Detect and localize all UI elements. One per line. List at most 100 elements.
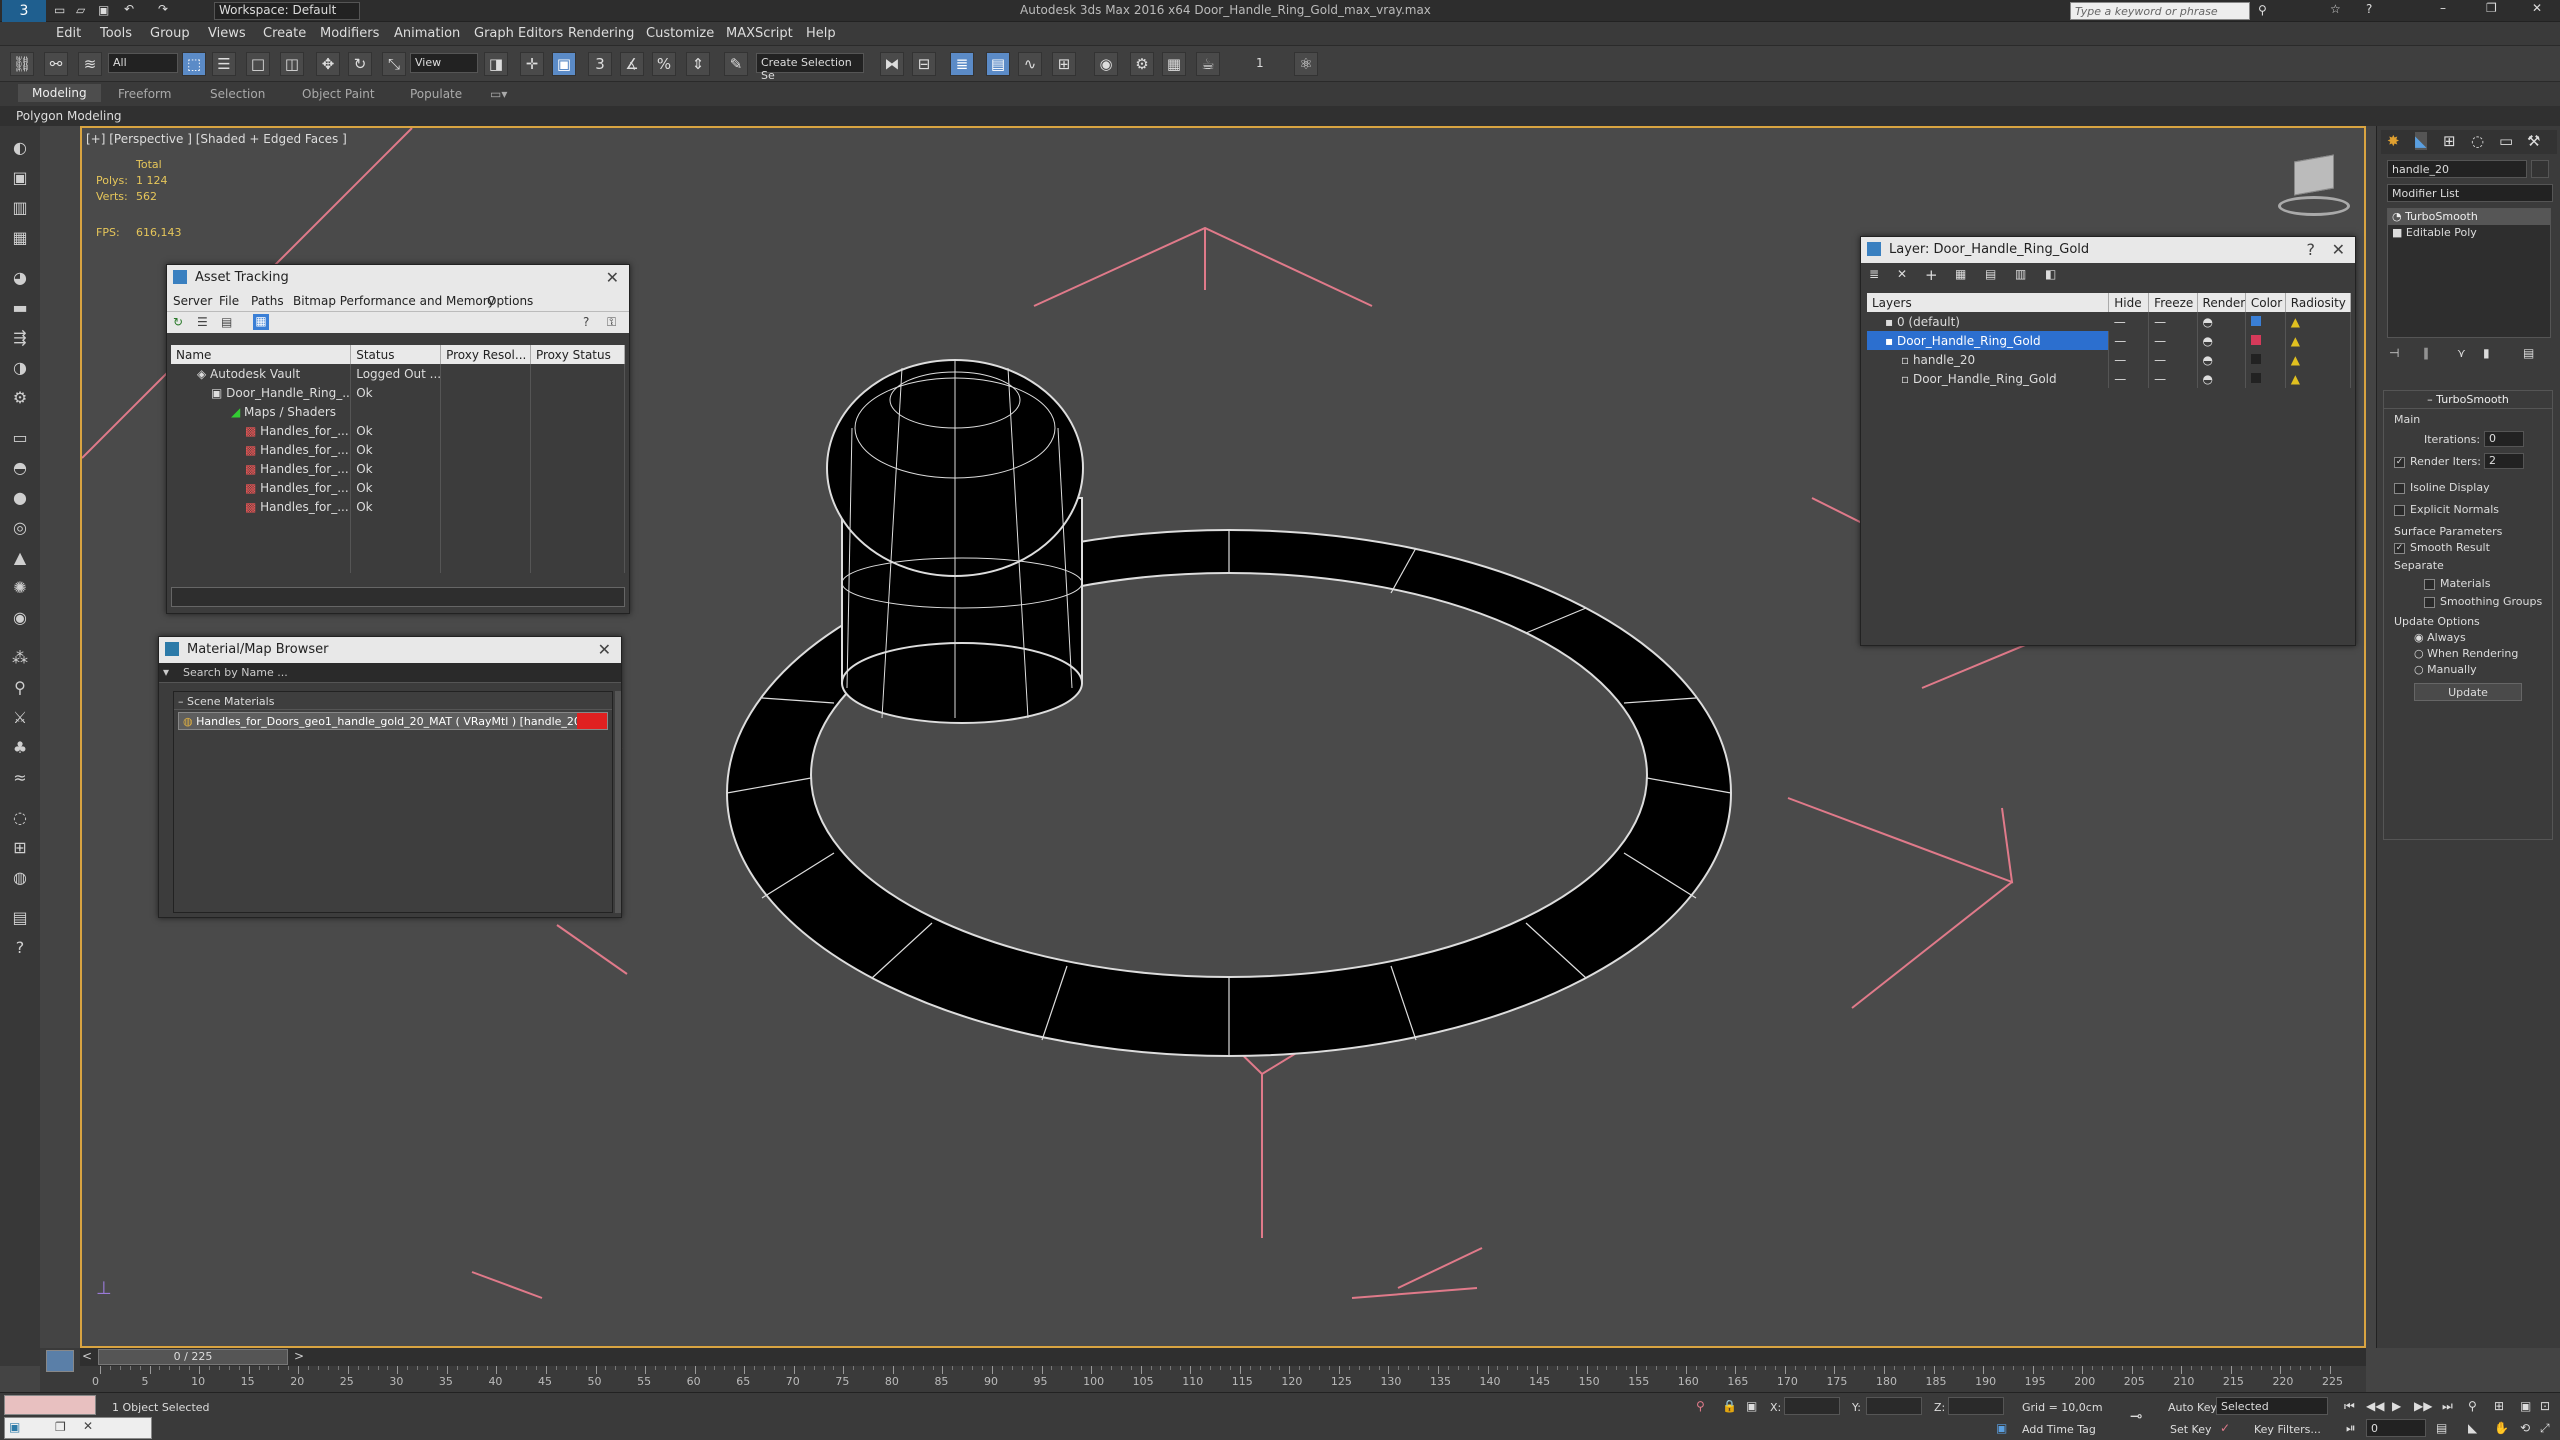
- manually-radio[interactable]: ○: [2414, 663, 2427, 676]
- rollout-title[interactable]: – TurboSmooth: [2384, 391, 2552, 409]
- asset-tracking-titlebar[interactable]: Asset Tracking ✕: [167, 265, 629, 291]
- modifier-list-dropdown[interactable]: Modifier List: [2387, 184, 2553, 202]
- tab-freeform[interactable]: Freeform: [118, 87, 171, 101]
- sun-icon[interactable]: ✺: [8, 576, 32, 600]
- close-icon[interactable]: ✕: [606, 268, 619, 287]
- render-teapot-icon[interactable]: ◓: [2197, 369, 2246, 388]
- col-status[interactable]: Status: [350, 345, 442, 364]
- col-color[interactable]: Color: [2245, 293, 2286, 312]
- restore-icon[interactable]: ❐: [55, 1420, 66, 1434]
- script-icon[interactable]: ▤: [8, 906, 32, 930]
- layer-row[interactable]: ▫ Door_Handle_Ring_Gold — — ◓ ▲: [1867, 369, 2352, 388]
- snaps-toggle-icon[interactable]: 3: [588, 52, 612, 76]
- selection-filter-dropdown[interactable]: All: [108, 53, 178, 73]
- at-menu-bitmap[interactable]: Bitmap Performance and Memory: [293, 294, 495, 308]
- rectangle-icon[interactable]: ▭: [8, 426, 32, 450]
- refresh-icon[interactable]: ↻: [173, 315, 183, 329]
- fov-icon[interactable]: ◣: [2468, 1421, 2477, 1435]
- layer-manager-titlebar[interactable]: Layer: Door_Handle_Ring_Gold? ✕: [1861, 237, 2355, 263]
- prev-frame-icon[interactable]: <: [82, 1349, 92, 1363]
- table-row[interactable]: ▩ Handles_for_... Ok: [171, 497, 626, 516]
- add-time-tag[interactable]: Add Time Tag: [2022, 1423, 2096, 1436]
- menu-graph-editors[interactable]: Graph Editors: [474, 26, 563, 41]
- tab-object-paint[interactable]: Object Paint: [302, 87, 375, 101]
- ribbon-polygon-modeling[interactable]: Polygon Modeling: [16, 109, 122, 123]
- vray-icon[interactable]: ⚛: [1294, 52, 1318, 76]
- collapse-icon[interactable]: –: [178, 695, 187, 708]
- stack-item-turbosmooth[interactable]: ◔ TurboSmooth: [2388, 209, 2550, 225]
- layer-manager-window[interactable]: Layer: Door_Handle_Ring_Gold? ✕ ≣ ✕ + ▦ ▤…: [1860, 236, 2356, 646]
- col-layers[interactable]: Layers: [1867, 293, 2110, 312]
- zoom-all-icon[interactable]: ⊞: [2494, 1399, 2504, 1413]
- radiosity-icon[interactable]: ▲: [2285, 331, 2352, 350]
- angle-snap-icon[interactable]: ∡: [620, 52, 644, 76]
- material-editor-icon[interactable]: ◉: [1094, 52, 1118, 76]
- scene-icon[interactable]: ⊞: [8, 836, 32, 860]
- current-frame-field[interactable]: 0: [2366, 1419, 2426, 1437]
- light-icon[interactable]: ◕: [8, 266, 32, 290]
- create-icon[interactable]: ◐: [8, 136, 32, 160]
- set-key-button[interactable]: Set Key: [2170, 1423, 2212, 1436]
- menu-customize[interactable]: Customize: [646, 26, 714, 41]
- link-icon[interactable]: ⛓: [10, 52, 34, 76]
- add-selection-icon[interactable]: ▦: [1955, 267, 1966, 281]
- ribbon-options-icon[interactable]: ▭▾: [490, 87, 507, 101]
- zoom-icon[interactable]: ⚲: [2468, 1399, 2477, 1413]
- layer-color[interactable]: [2250, 353, 2261, 364]
- pan-icon[interactable]: ✋: [2494, 1421, 2509, 1435]
- next-frame-icon[interactable]: >: [294, 1349, 304, 1363]
- select-manipulate-icon[interactable]: ✛: [520, 52, 544, 76]
- time-config-icon[interactable]: ▤: [2436, 1421, 2447, 1435]
- new-file-icon[interactable]: ▭: [54, 4, 65, 16]
- at-menu-options[interactable]: Options: [487, 294, 533, 308]
- expand-icon[interactable]: ■: [2392, 226, 2406, 239]
- minimize-icon[interactable]: –: [2440, 2, 2446, 14]
- make-unique-icon[interactable]: ⋎: [2457, 346, 2466, 360]
- table-row[interactable]: ▩ Handles_for_... Ok: [171, 478, 626, 497]
- layers-icon[interactable]: ≣: [1869, 267, 1879, 281]
- sphere-icon[interactable]: ●: [8, 486, 32, 510]
- smoothing-groups-checkbox[interactable]: [2424, 596, 2435, 608]
- at-menu-server[interactable]: Server: [173, 294, 212, 308]
- plant-icon[interactable]: ♣: [8, 736, 32, 760]
- material-item[interactable]: ◍ Handles_for_Doors_geo1_handle_gold_20_…: [178, 712, 608, 730]
- selection-set-dropdown[interactable]: Selected: [2216, 1397, 2328, 1415]
- helper-icon[interactable]: ⇶: [8, 326, 32, 350]
- layer-color[interactable]: [2250, 315, 2261, 326]
- scene-materials-group[interactable]: – Scene Materials: [174, 692, 612, 710]
- col-render[interactable]: Render: [2197, 293, 2246, 312]
- layer-row[interactable]: ▫ handle_20— — ◓ ▲: [1867, 350, 2352, 369]
- layer-row[interactable]: ▪ 0 (default) — — ◓ ▲: [1867, 312, 2352, 331]
- help-icon[interactable]: ?: [2307, 240, 2316, 259]
- scale-icon[interactable]: ⤡: [382, 52, 406, 76]
- prev-key-icon[interactable]: ◀◀: [2366, 1399, 2384, 1413]
- render-teapot-icon[interactable]: ◓: [2197, 331, 2246, 350]
- maximize-viewport-icon[interactable]: ⤢: [2540, 1421, 2550, 1436]
- table-row[interactable]: ▩ Handles_for_... Ok: [171, 440, 626, 459]
- close-icon[interactable]: ✕: [598, 640, 611, 659]
- globe-icon[interactable]: ◍: [8, 866, 32, 890]
- menu-views[interactable]: Views: [208, 26, 246, 41]
- material-scrollbar[interactable]: [615, 691, 621, 913]
- close-icon[interactable]: ✕: [2332, 240, 2345, 259]
- menu-create[interactable]: Create: [263, 26, 306, 41]
- star-icon[interactable]: ☆: [2330, 3, 2341, 15]
- app-logo-icon[interactable]: 3: [2, 0, 46, 22]
- radiosity-icon[interactable]: ▲: [2285, 350, 2352, 369]
- open-file-icon[interactable]: ▱: [76, 4, 85, 16]
- mini-curve-toggle[interactable]: [40, 1348, 80, 1392]
- display-tab-icon[interactable]: ▭: [2499, 132, 2513, 150]
- object-name-field[interactable]: handle_20: [2387, 160, 2527, 178]
- create-tab-icon[interactable]: ✸: [2387, 132, 2400, 150]
- update-button[interactable]: Update: [2414, 683, 2522, 701]
- named-selection-dropdown[interactable]: Create Selection Se: [756, 53, 864, 82]
- col-proxy-status[interactable]: Proxy Status: [530, 345, 626, 364]
- ribbon-toggle-icon[interactable]: ▤: [986, 52, 1010, 76]
- set-key-icon[interactable]: ✓: [2220, 1421, 2230, 1435]
- vault-icon[interactable]: ⚿: [607, 315, 616, 330]
- iterations-spinner[interactable]: 0: [2484, 431, 2524, 447]
- time-slider-thumb[interactable]: 0 / 225: [98, 1349, 288, 1365]
- plane-icon[interactable]: ▥: [8, 196, 32, 220]
- app-taskbar-icon[interactable]: ▣: [9, 1420, 20, 1434]
- time-slider[interactable]: < 0 / 225 >: [80, 1348, 2366, 1366]
